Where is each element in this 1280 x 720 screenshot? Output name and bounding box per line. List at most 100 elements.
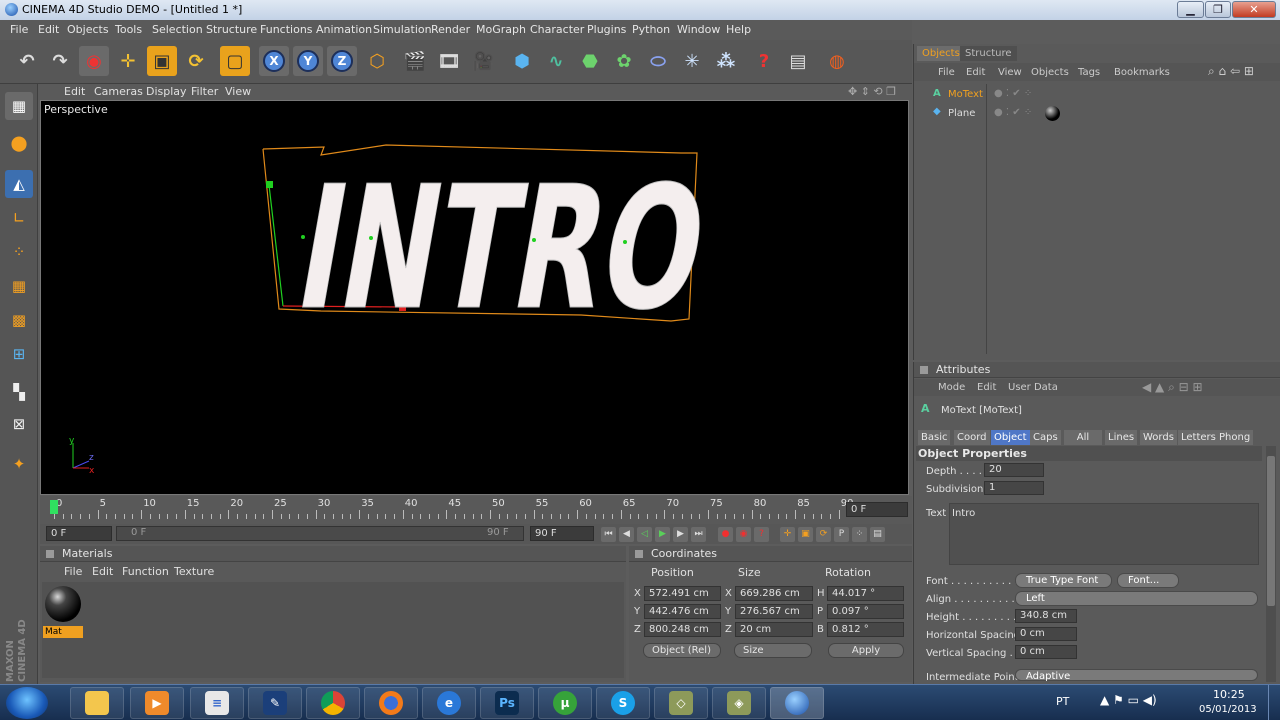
taskbar-skype[interactable]: S bbox=[596, 687, 650, 719]
layout-switch-icon[interactable]: ◍ bbox=[822, 46, 852, 76]
viewport-menu-cameras[interactable]: Cameras bbox=[94, 85, 143, 98]
taskbar-explorer[interactable] bbox=[70, 687, 124, 719]
menu-objects[interactable]: Objects bbox=[67, 23, 109, 36]
live-selection-icon[interactable]: ◉ bbox=[79, 46, 109, 76]
axis-mode-icon[interactable]: ⊞ bbox=[5, 340, 33, 368]
menu-mograph[interactable]: MoGraph bbox=[476, 23, 526, 36]
subdivision-surface-icon[interactable]: ⬣ bbox=[575, 46, 605, 76]
material-tag-icon[interactable] bbox=[1045, 106, 1060, 121]
viewport-menu-view[interactable]: View bbox=[225, 85, 251, 98]
taskbar-utorrent[interactable]: µ bbox=[538, 687, 592, 719]
start-frame-field[interactable]: 0 F bbox=[46, 526, 112, 541]
viewport-menu-edit[interactable]: Edit bbox=[64, 85, 85, 98]
menu-functions[interactable]: Functions bbox=[260, 23, 313, 36]
viewport-menu-display[interactable]: Display bbox=[146, 85, 187, 98]
parameter-key-icon[interactable]: P bbox=[834, 527, 849, 542]
attr-tab-words[interactable]: Words bbox=[1140, 430, 1177, 445]
size-mode-select[interactable]: Size bbox=[734, 643, 812, 658]
camera-icon[interactable]: ⁂ bbox=[711, 46, 741, 76]
rotation-p-field[interactable]: 0.097 ° bbox=[827, 604, 904, 619]
pla-key-icon[interactable]: ⁘ bbox=[852, 527, 867, 542]
taskbar-media-player[interactable]: ▶ bbox=[130, 687, 184, 719]
size-y-field[interactable]: 276.567 cm bbox=[735, 604, 813, 619]
play-backward-icon[interactable]: ◁ bbox=[637, 527, 652, 542]
depth-field[interactable]: 20 bbox=[984, 463, 1044, 477]
menu-window[interactable]: Window bbox=[677, 23, 720, 36]
timeline-playhead[interactable] bbox=[50, 500, 58, 514]
y-handle-point[interactable] bbox=[266, 181, 273, 188]
taskbar-photoshop[interactable]: Ps bbox=[480, 687, 534, 719]
position-y-field[interactable]: 442.476 cm bbox=[644, 604, 721, 619]
sculpt-icon[interactable]: ✦ bbox=[5, 450, 33, 478]
rotation-key-icon[interactable]: ⟳ bbox=[816, 527, 831, 542]
objects-menu-edit[interactable]: Edit bbox=[966, 67, 985, 78]
objects-menu-tags[interactable]: Tags bbox=[1078, 67, 1100, 78]
taskbar-app-2[interactable]: ◈ bbox=[712, 687, 766, 719]
taskbar-cinema4d[interactable] bbox=[770, 687, 824, 719]
model-mode-icon[interactable]: ⬤ bbox=[5, 129, 33, 157]
render-picture-viewer-icon[interactable]: 🎞 bbox=[434, 46, 464, 76]
z-axis-lock-button[interactable]: Z bbox=[327, 46, 357, 76]
timeline[interactable]: 051015202530354045505560657075808590 0 F bbox=[40, 496, 912, 524]
menu-plugins[interactable]: Plugins bbox=[587, 23, 626, 36]
font-button[interactable]: Font... bbox=[1117, 573, 1179, 588]
menu-tools[interactable]: Tools bbox=[115, 23, 142, 36]
menu-file[interactable]: File bbox=[10, 23, 28, 36]
tab-objects[interactable]: Objects bbox=[917, 46, 965, 61]
preview-range-slider[interactable]: 0 F 90 F bbox=[116, 526, 524, 541]
x-axis-lock-button[interactable]: X bbox=[259, 46, 289, 76]
array-icon[interactable]: ✿ bbox=[609, 46, 639, 76]
attributes-scrollbar[interactable] bbox=[1266, 446, 1276, 682]
materials-menu-function[interactable]: Function bbox=[122, 565, 169, 578]
scale-icon[interactable]: ▣ bbox=[147, 46, 177, 76]
texture-mode-icon[interactable]: ◭ bbox=[5, 170, 33, 198]
tray-icons[interactable]: ▲ ⚑ ▭ ◀) bbox=[1100, 693, 1157, 707]
snap-icon[interactable]: ⊠ bbox=[5, 410, 33, 438]
attributes-menu-edit[interactable]: Edit bbox=[977, 382, 996, 393]
text-input-area[interactable]: Intro bbox=[949, 503, 1259, 565]
object-row-motext[interactable]: A MoText ● ⁚ ✔ ⁘ bbox=[916, 87, 1116, 104]
menu-render[interactable]: Render bbox=[431, 23, 470, 36]
prev-key-icon[interactable]: ◀ bbox=[619, 527, 634, 542]
render-view-icon[interactable]: 🎬 bbox=[400, 46, 430, 76]
end-frame-field[interactable]: 90 F bbox=[530, 526, 594, 541]
undo-icon[interactable]: ↶ bbox=[12, 46, 42, 76]
menu-edit[interactable]: Edit bbox=[38, 23, 59, 36]
position-x-field[interactable]: 572.491 cm bbox=[644, 586, 721, 601]
menu-selection[interactable]: Selection bbox=[152, 23, 203, 36]
workplane-icon[interactable]: ∟ bbox=[5, 204, 33, 232]
timeline-window-icon[interactable]: ▤ bbox=[870, 527, 885, 542]
current-frame-field[interactable]: 0 F bbox=[846, 502, 908, 517]
taskbar-ie[interactable]: e bbox=[422, 687, 476, 719]
object-row-plane[interactable]: ◆ Plane ● ⁚ ✔ ⁘ bbox=[916, 106, 1116, 123]
menu-python[interactable]: Python bbox=[632, 23, 670, 36]
visibility-dots-icon[interactable]: ● ⁚ ✔ ⁘ bbox=[994, 107, 1032, 118]
goto-end-icon[interactable]: ⏭ bbox=[691, 527, 706, 542]
subdivision-field[interactable]: 1 bbox=[984, 481, 1044, 495]
horizontal-spacing-field[interactable]: 0 cm bbox=[1015, 627, 1077, 641]
taskbar-app-1[interactable]: ◇ bbox=[654, 687, 708, 719]
menu-help[interactable]: Help bbox=[726, 23, 751, 36]
objects-menu-objects[interactable]: Objects bbox=[1031, 67, 1069, 78]
height-field[interactable]: 340.8 cm bbox=[1015, 609, 1077, 623]
taskbar-firefox[interactable] bbox=[364, 687, 418, 719]
objects-menu-bookmarks[interactable]: Bookmarks bbox=[1114, 67, 1170, 78]
scale-key-icon[interactable]: ▣ bbox=[798, 527, 813, 542]
3d-viewport[interactable]: Perspective INTRO y z x bbox=[40, 100, 909, 495]
attr-tab-phong[interactable]: Phong bbox=[1216, 430, 1254, 445]
attr-tab-all[interactable]: All bbox=[1064, 430, 1102, 445]
clock-date[interactable]: 05/01/2013 bbox=[1199, 704, 1257, 715]
close-button[interactable]: ✕ bbox=[1232, 1, 1276, 18]
menu-structure[interactable]: Structure bbox=[206, 23, 257, 36]
coordinate-mode-select[interactable]: Object (Rel) bbox=[643, 643, 721, 658]
keyframe-selection-icon[interactable]: ? bbox=[754, 527, 769, 542]
rotate-icon[interactable]: ⟳ bbox=[181, 46, 211, 76]
scrollbar-thumb[interactable] bbox=[1267, 456, 1275, 606]
taskbar-paint[interactable]: ✎ bbox=[248, 687, 302, 719]
rotation-h-field[interactable]: 44.017 ° bbox=[827, 586, 904, 601]
edges-mode-icon[interactable]: ▦ bbox=[5, 272, 33, 300]
menu-simulation[interactable]: Simulation bbox=[373, 23, 432, 36]
intermediate-points-select[interactable]: Adaptive bbox=[1015, 669, 1258, 682]
align-select[interactable]: Left bbox=[1015, 591, 1258, 606]
objects-menu-file[interactable]: File bbox=[938, 67, 955, 78]
